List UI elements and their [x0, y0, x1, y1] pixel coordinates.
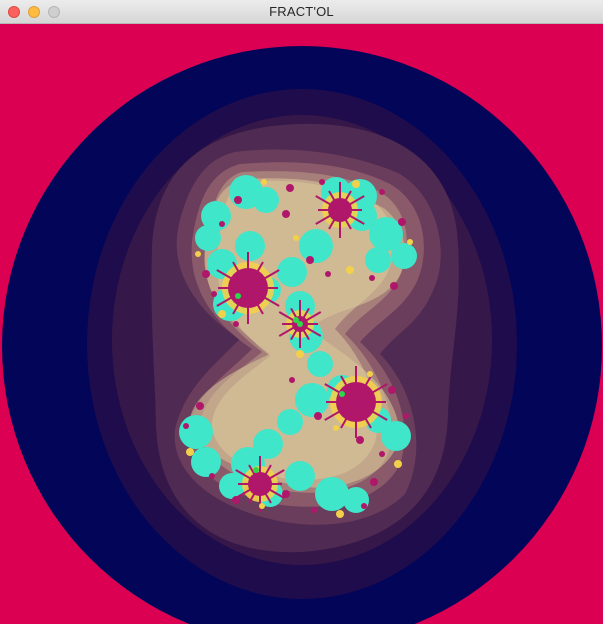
cyan-lobe [307, 351, 333, 377]
filament-dot [232, 496, 240, 504]
filament-dot [282, 210, 290, 218]
filament-dot [367, 371, 373, 377]
app-window: FRACT'OL [0, 0, 603, 624]
filament-dot [261, 179, 267, 185]
filament-dot [195, 251, 201, 257]
cyan-lobe [179, 415, 213, 449]
filament-dot [388, 386, 396, 394]
filament-dot [398, 218, 406, 226]
filament-dot [403, 413, 409, 419]
filament-dot [282, 490, 290, 498]
filament-dot [183, 423, 189, 429]
fractal-canvas[interactable] [0, 24, 603, 624]
cyan-lobe [365, 247, 391, 273]
filament-dot [352, 180, 360, 188]
cyan-lobe [315, 477, 349, 511]
filament-dot [390, 282, 398, 290]
filament-dot [196, 402, 204, 410]
filament-dot [361, 503, 367, 509]
window-title: FRACT'OL [269, 4, 334, 19]
filament-dot [209, 473, 215, 479]
green-spark [235, 293, 241, 299]
filament-dot [369, 275, 375, 281]
filament-dot [306, 256, 314, 264]
filament-dot [219, 221, 225, 227]
cyan-lobe [277, 257, 307, 287]
filament-dot [218, 310, 226, 318]
filament-dot [234, 196, 242, 204]
cyan-lobe [201, 201, 231, 231]
cyan-lobe [381, 421, 411, 451]
filament-dot [314, 412, 322, 420]
green-spark [293, 317, 299, 323]
cyan-lobe [277, 409, 303, 435]
cyan-lobe [391, 243, 417, 269]
filament-dot [333, 425, 339, 431]
filament-dot [289, 377, 295, 383]
title-bar[interactable]: FRACT'OL [0, 0, 603, 24]
filament-dot [202, 270, 210, 278]
filament-dot [370, 478, 378, 486]
filament-dot [346, 266, 354, 274]
filament-dot [211, 291, 217, 297]
cyan-lobe [191, 447, 221, 477]
filament-dot [233, 321, 239, 327]
cyan-lobe [253, 187, 279, 213]
filament-dot [259, 503, 265, 509]
cyan-lobe [285, 461, 315, 491]
filament-dot [311, 507, 317, 513]
green-spark [253, 467, 259, 473]
cyan-lobe [295, 383, 329, 417]
filament-dot [394, 460, 402, 468]
filament-dot [379, 189, 385, 195]
filament-dot [296, 350, 304, 358]
filament-dot [407, 239, 413, 245]
cyan-lobe [235, 231, 265, 261]
filament-dot [293, 235, 299, 241]
filament-dot [379, 451, 385, 457]
cyan-lobe [343, 487, 369, 513]
filament-dot [356, 436, 364, 444]
green-spark [339, 391, 345, 397]
filament-dot [186, 448, 194, 456]
filament-dot [336, 510, 344, 518]
filament-dot [325, 271, 331, 277]
filament-dot [319, 179, 325, 185]
filament-dot [286, 184, 294, 192]
cyan-lobe [299, 229, 333, 263]
